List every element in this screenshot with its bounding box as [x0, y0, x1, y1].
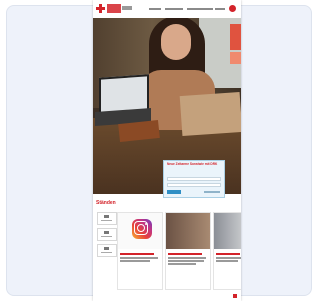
logo-subtitle — [122, 6, 132, 10]
login-panel: Neue Zeitarme Sonstwie mit DRK — [163, 160, 225, 198]
login-password-field[interactable] — [167, 183, 221, 187]
tile-news-1[interactable] — [165, 212, 211, 290]
nav-item-2[interactable] — [165, 8, 183, 10]
side-tab-red[interactable] — [230, 24, 241, 50]
forgot-password-link[interactable] — [204, 191, 220, 193]
side-tab-orange[interactable] — [230, 52, 241, 64]
nav-item-4[interactable] — [215, 8, 225, 10]
tile-instagram[interactable] — [117, 212, 163, 290]
menu-icon[interactable] — [229, 5, 236, 12]
website-screenshot: Neue Zeitarme Sonstwie mit DRK Ständen — [93, 0, 241, 301]
login-button[interactable] — [167, 190, 181, 194]
scroll-top-button[interactable] — [233, 294, 237, 298]
section-title: Ständen — [96, 200, 116, 206]
nav-item-3[interactable] — [187, 8, 213, 10]
login-title: Neue Zeitarme Sonstwie mit DRK — [167, 162, 218, 166]
side-link-2[interactable] — [97, 228, 117, 241]
site-header — [93, 0, 241, 18]
red-cross-logo-icon[interactable] — [96, 4, 105, 13]
tile-news-2[interactable] — [213, 212, 241, 290]
side-link-1[interactable] — [97, 212, 117, 225]
side-link-3[interactable] — [97, 244, 117, 257]
login-username-field[interactable] — [167, 177, 221, 181]
nav-item-1[interactable] — [149, 8, 161, 10]
logo-wordmark[interactable] — [107, 4, 121, 13]
